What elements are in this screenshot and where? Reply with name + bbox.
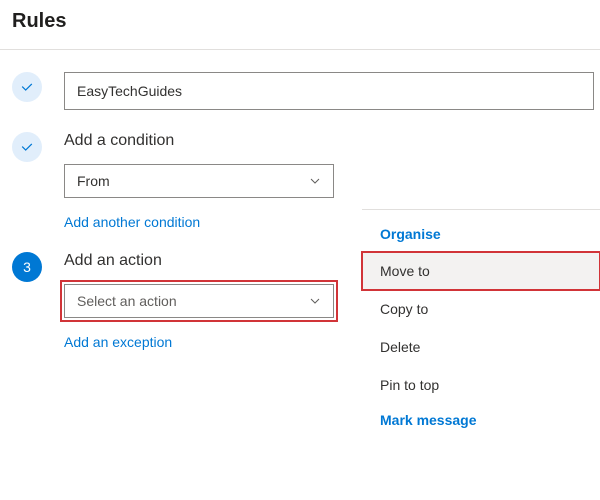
step-title-condition: Add a condition (64, 132, 588, 150)
chevron-down-icon (309, 295, 321, 307)
check-icon (20, 140, 34, 154)
check-icon (20, 80, 34, 94)
action-select-placeholder: Select an action (77, 293, 309, 309)
rule-name-input[interactable] (64, 72, 594, 110)
menu-item-delete[interactable]: Delete (362, 328, 600, 366)
panel-header: Rules (0, 0, 600, 49)
menu-section-mark-message: Mark message (362, 404, 600, 438)
menu-item-copy-to[interactable]: Copy to (362, 290, 600, 328)
step-indicator-condition (12, 132, 42, 162)
divider (0, 49, 600, 50)
page-title: Rules (12, 10, 588, 33)
menu-item-move-to[interactable]: Move to (362, 252, 600, 290)
action-menu: Organise Move to Copy to Delete Pin to t… (362, 209, 600, 442)
menu-item-pin-to-top[interactable]: Pin to top (362, 366, 600, 404)
step-indicator-name (12, 72, 42, 102)
step-indicator-action: 3 (12, 252, 42, 282)
add-another-condition-link[interactable]: Add another condition (64, 214, 200, 230)
step-number: 3 (23, 259, 31, 275)
menu-section-organise: Organise (362, 218, 600, 252)
chevron-down-icon (309, 175, 321, 187)
condition-select-value: From (77, 173, 309, 189)
condition-select[interactable]: From (64, 164, 334, 198)
action-select[interactable]: Select an action (64, 284, 334, 318)
step-name (0, 58, 600, 118)
add-exception-link[interactable]: Add an exception (64, 334, 172, 350)
